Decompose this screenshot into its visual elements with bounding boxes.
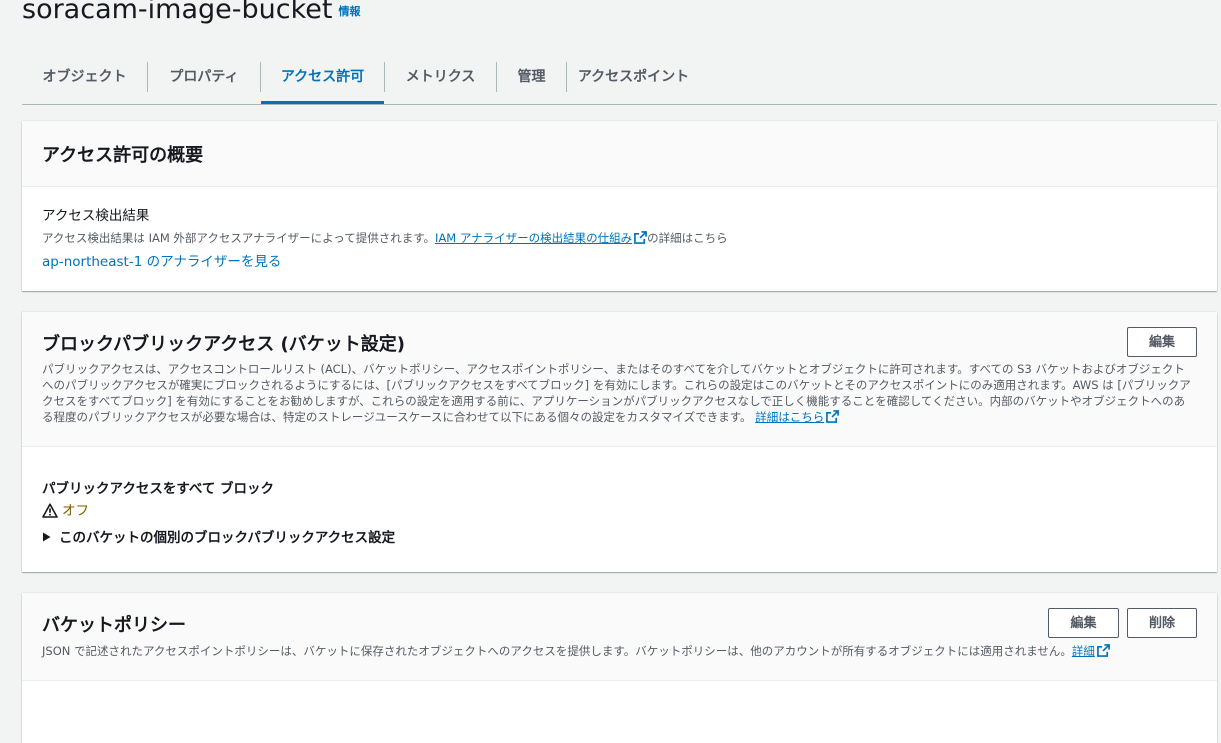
tab-metrics[interactable]: メトリクス <box>385 54 496 104</box>
panel-title: ブロックパブリックアクセス (バケット設定) <box>42 334 405 355</box>
external-link-icon <box>634 231 648 248</box>
panel-title: バケットポリシー <box>42 615 186 636</box>
bucket-policy-panel: バケットポリシー 編集 削除 JSON で記述されたアクセスポイントポリシーは、… <box>22 593 1217 743</box>
block-public-access-panel: ブロックパブリックアクセス (バケット設定) 編集 パブリックアクセスは、アクセ… <box>22 312 1217 572</box>
tab-access-points[interactable]: アクセスポイント <box>567 54 700 104</box>
status-off: オフ <box>42 499 89 522</box>
bucket-name: soracam-image-bucket <box>22 0 333 25</box>
iam-analyzer-link[interactable]: IAM アナライザーの検出結果の仕組み <box>435 231 632 245</box>
page-title: soracam-image-bucket 情報 <box>22 0 360 25</box>
findings-desc-suffix: の詳細はこちら <box>647 231 728 245</box>
panel-header: バケットポリシー 編集 削除 JSON で記述されたアクセスポイントポリシーは、… <box>22 593 1217 681</box>
panel-description: JSON で記述されたアクセスポイントポリシーは、バケットに保存されたオブジェク… <box>42 643 1110 661</box>
caret-right-icon <box>42 530 51 546</box>
tab-objects[interactable]: オブジェクト <box>22 54 147 104</box>
permissions-overview-panel: アクセス許可の概要 アクセス検出結果 アクセス検出結果は IAM 外部アクセスア… <box>22 121 1217 291</box>
panel-header: ブロックパブリックアクセス (バケット設定) 編集 パブリックアクセスは、アクセ… <box>22 312 1217 447</box>
edit-button[interactable]: 編集 <box>1127 327 1197 357</box>
panel-header: アクセス許可の概要 <box>22 121 1217 187</box>
policy-description: JSON で記述されたアクセスポイントポリシーは、バケットに保存されたオブジェク… <box>42 644 1072 658</box>
tab-permissions[interactable]: アクセス許可 <box>261 54 384 104</box>
details-link[interactable]: 詳細 <box>1072 644 1095 658</box>
view-analyzer-link[interactable]: ap-northeast-1 のアナライザーを見る <box>42 250 281 270</box>
learn-more-link[interactable]: 詳細はこちら <box>755 410 824 424</box>
findings-heading: アクセス検出結果 <box>42 208 150 224</box>
status-text: オフ <box>62 503 89 519</box>
warning-icon <box>42 503 58 522</box>
tab-management[interactable]: 管理 <box>497 54 566 104</box>
panel-title: アクセス許可の概要 <box>42 145 204 166</box>
tab-properties[interactable]: プロパティ <box>148 54 260 104</box>
findings-desc-prefix: アクセス検出結果は IAM 外部アクセスアナライザーによって提供されます。 <box>42 231 436 245</box>
tab-bar: オブジェクト プロパティ アクセス許可 メトリクス 管理 アクセスポイント <box>22 54 1217 105</box>
edit-policy-button[interactable]: 編集 <box>1048 608 1119 638</box>
info-link[interactable]: 情報 <box>338 5 360 18</box>
block-public-description: パブリックアクセスは、アクセスコントロールリスト (ACL)、バケットポリシー、… <box>42 362 1191 424</box>
individual-settings-expander[interactable]: このバケットの個別のブロックパブリックアクセス設定 <box>42 526 395 546</box>
findings-description: アクセス検出結果は IAM 外部アクセスアナライザーによって提供されます。IAM… <box>42 230 728 248</box>
panel-description: パブリックアクセスは、アクセスコントロールリスト (ACL)、バケットポリシー、… <box>42 361 1192 427</box>
block-all-setting-label: パブリックアクセスをすべて ブロック <box>42 481 275 497</box>
external-link-icon <box>1096 644 1110 661</box>
delete-policy-button[interactable]: 削除 <box>1127 608 1197 638</box>
expander-label: このバケットの個別のブロックパブリックアクセス設定 <box>59 530 396 546</box>
external-link-icon <box>826 410 840 427</box>
